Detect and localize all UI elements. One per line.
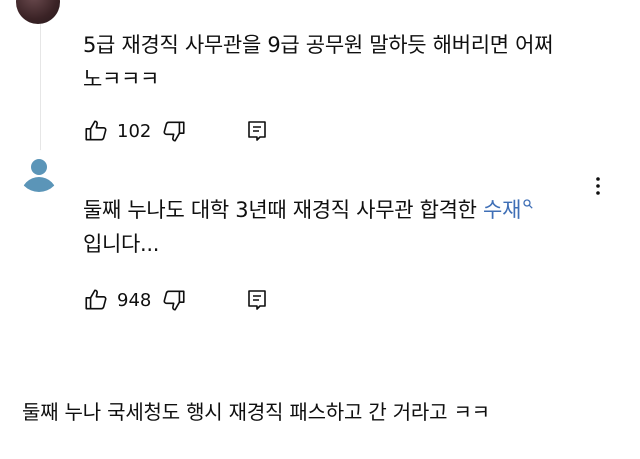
comment: 둘째 누나도 대학 3년때 재경직 사무관 합격한 수재 입니다... <box>83 193 603 261</box>
like-button[interactable]: 948 <box>83 287 161 313</box>
thumb-up-icon <box>83 118 109 144</box>
reply-button[interactable] <box>245 288 285 312</box>
thumb-down-icon <box>161 118 187 144</box>
comment-text-line: 둘째 누나도 대학 3년때 재경직 사무관 합격한 수재 <box>83 193 603 227</box>
thumb-up-icon <box>83 287 109 313</box>
thumb-down-icon <box>161 287 187 313</box>
comment-text-line: 노ㅋㅋㅋ <box>83 67 160 91</box>
comment-text-segment: 둘째 누나도 대학 3년때 재경직 사무관 합격한 <box>83 198 484 222</box>
thread-line <box>40 0 41 162</box>
like-count: 102 <box>117 120 152 142</box>
caption-text: 둘째 누나 국세청도 행시 재경직 패스하고 간 거라고 ㅋㅋ <box>22 400 490 424</box>
comment-text-line: 5급 재경직 사무관을 9급 공무원 말하듯 해버리면 어쩌 <box>83 33 554 57</box>
comment-action-bar: 102 <box>83 116 285 146</box>
comment-text-line: 입니다... <box>83 232 160 256</box>
dislike-button[interactable] <box>161 118 245 144</box>
comment-text: 둘째 누나도 대학 3년때 재경직 사무관 합격한 수재 입니다... <box>83 193 603 261</box>
avatar-body <box>21 177 57 192</box>
dislike-button[interactable] <box>161 287 245 313</box>
commenter-avatar[interactable] <box>16 0 60 24</box>
comment: 5급 재경직 사무관을 9급 공무원 말하듯 해버리면 어쩌 노ㅋㅋㅋ <box>83 28 603 96</box>
avatar-head <box>31 159 47 175</box>
reply-button[interactable] <box>245 119 285 143</box>
like-count: 948 <box>117 289 152 311</box>
commenter-avatar[interactable] <box>18 150 60 192</box>
reply-icon <box>245 119 269 143</box>
reply-icon <box>245 288 269 312</box>
comment-text: 5급 재경직 사무관을 9급 공무원 말하듯 해버리면 어쩌 노ㅋㅋㅋ <box>83 28 603 96</box>
comment-action-bar: 948 <box>83 285 285 315</box>
like-button[interactable]: 102 <box>83 118 161 144</box>
mention-link[interactable]: 수재 <box>483 198 521 222</box>
search-icon[interactable] <box>523 199 533 209</box>
